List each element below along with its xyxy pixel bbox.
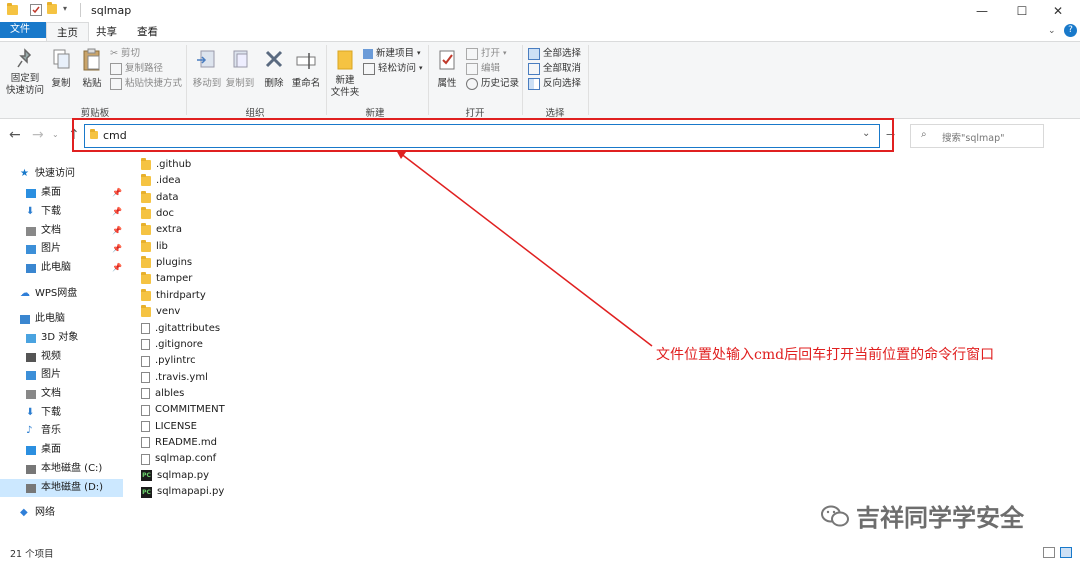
annotation-text: 文件位置处输入cmd后回车打开当前位置的命令行窗口 (656, 347, 995, 363)
wechat-icon (821, 505, 849, 526)
annotation-arrow (396, 150, 653, 347)
watermark: 吉祥同学学安全 (820, 498, 1024, 533)
watermark-text: 吉祥同学学安全 (856, 504, 1024, 532)
